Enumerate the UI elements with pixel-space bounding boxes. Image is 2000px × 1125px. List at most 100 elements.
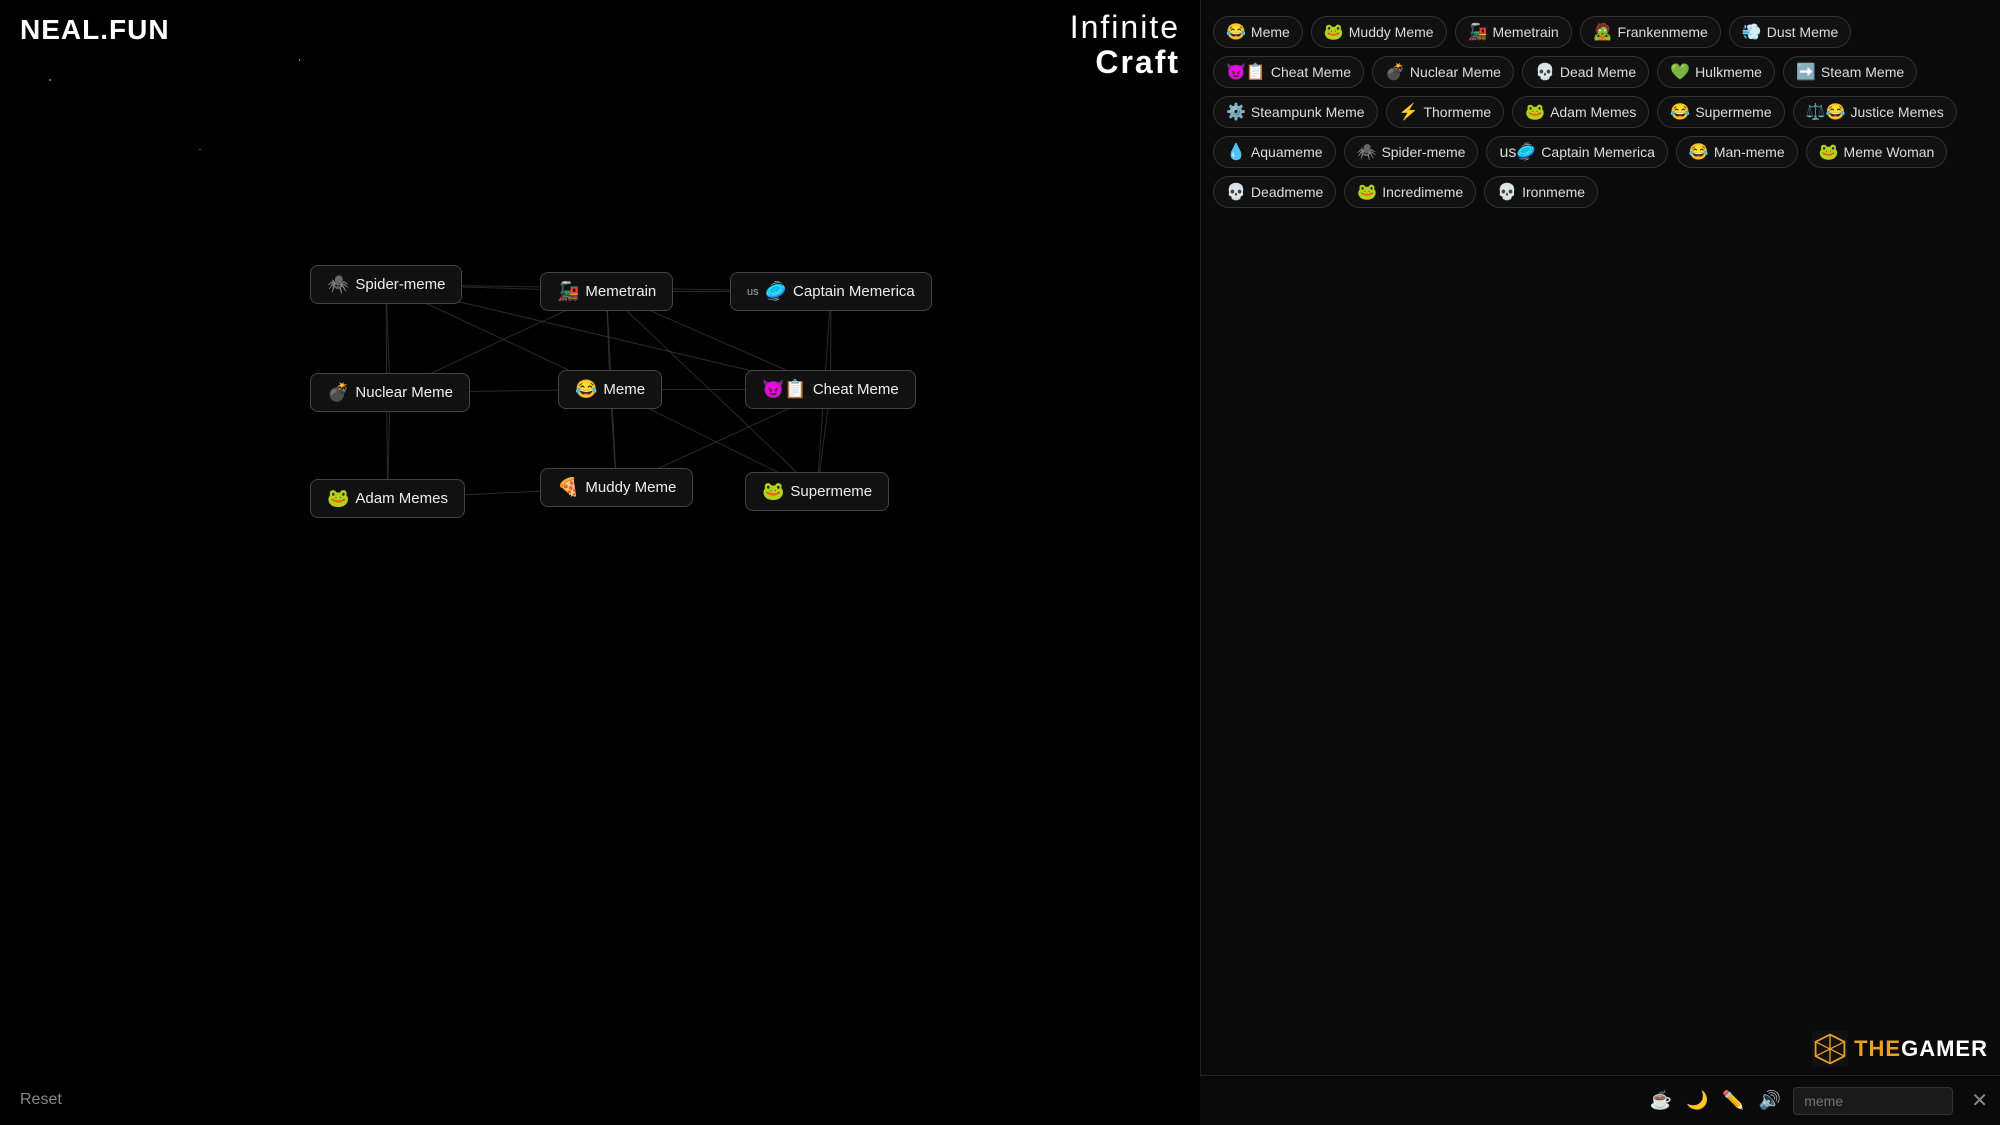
- item-icon: 🐸: [1357, 182, 1377, 202]
- node-meme[interactable]: 😂 Meme: [558, 370, 662, 409]
- reset-button[interactable]: Reset: [20, 1091, 62, 1109]
- coffee-icon[interactable]: ☕: [1650, 1090, 1672, 1111]
- sidebar-item[interactable]: 🚂 Memetrain: [1455, 16, 1572, 48]
- bottom-icons: ☕ 🌙 ✏️ 🔊: [1650, 1090, 1782, 1111]
- node-label-muddy: Muddy Meme: [585, 479, 676, 496]
- sidebar-item[interactable]: 💀 Ironmeme: [1484, 176, 1598, 208]
- item-icon: 🚂: [1468, 22, 1488, 42]
- sidebar-item[interactable]: 💀 Dead Meme: [1522, 56, 1649, 88]
- sidebar-item[interactable]: 🐸 Adam Memes: [1512, 96, 1649, 128]
- item-label: Hulkmeme: [1695, 64, 1762, 80]
- item-icon: 😈📋: [1226, 62, 1266, 82]
- items-grid: 😂 Meme🐸 Muddy Meme🚂 Memetrain🧟 Frankenme…: [1213, 12, 1988, 208]
- item-label: Frankenmeme: [1618, 24, 1708, 40]
- sidebar-item[interactable]: 💀 Deadmeme: [1213, 176, 1336, 208]
- sidebar-item[interactable]: 🐸 Meme Woman: [1806, 136, 1948, 168]
- sidebar-item[interactable]: 🐸 Incredimeme: [1344, 176, 1476, 208]
- pen-icon[interactable]: ✏️: [1722, 1090, 1744, 1111]
- moon-icon[interactable]: 🌙: [1686, 1090, 1708, 1111]
- connections-svg: [0, 0, 1200, 1125]
- item-label: Nuclear Meme: [1410, 64, 1501, 80]
- sidebar-item[interactable]: ➡️ Steam Meme: [1783, 56, 1917, 88]
- node-supermeme[interactable]: 🐸 Supermeme: [745, 472, 889, 511]
- item-icon: 💀: [1226, 182, 1246, 202]
- sidebar-item[interactable]: 😂 Supermeme: [1657, 96, 1784, 128]
- node-label-captain: Captain Memerica: [793, 283, 915, 300]
- sidebar-item[interactable]: 😂 Man-meme: [1676, 136, 1798, 168]
- item-icon: 😂: [1226, 22, 1246, 42]
- node-icon-spider-meme: 🕷️: [327, 274, 349, 295]
- us-prefix: us: [747, 286, 759, 298]
- item-icon: 💚: [1670, 62, 1690, 82]
- item-label: Adam Memes: [1550, 104, 1636, 120]
- sidebar-item[interactable]: ⚙️ Steampunk Meme: [1213, 96, 1378, 128]
- item-label: Supermeme: [1695, 104, 1771, 120]
- app-title-line1: Infinite: [1070, 10, 1180, 45]
- right-panel: 😂 Meme🐸 Muddy Meme🚂 Memetrain🧟 Frankenme…: [1200, 0, 2000, 1125]
- sidebar-item[interactable]: 🕷️ Spider-meme: [1344, 136, 1479, 168]
- item-label: Dust Meme: [1767, 24, 1839, 40]
- search-input[interactable]: [1793, 1087, 1953, 1115]
- thegamer-emblem-icon: [1812, 1031, 1848, 1067]
- sidebar-item[interactable]: 😂 Meme: [1213, 16, 1303, 48]
- node-spider-meme[interactable]: 🕷️ Spider-meme: [310, 265, 462, 304]
- item-label: Incredimeme: [1382, 184, 1463, 200]
- volume-icon[interactable]: 🔊: [1759, 1090, 1781, 1111]
- item-icon: ⚖️😂: [1806, 102, 1846, 122]
- node-nuclear[interactable]: 💣 Nuclear Meme: [310, 373, 470, 412]
- item-label: Deadmeme: [1251, 184, 1323, 200]
- node-icon-memetrain: 🚂: [557, 281, 579, 302]
- item-icon: 💣: [1385, 62, 1405, 82]
- item-icon: 💀: [1535, 62, 1555, 82]
- item-icon: 🐸: [1525, 102, 1545, 122]
- sidebar-item[interactable]: 🧟 Frankenmeme: [1580, 16, 1721, 48]
- item-label: Meme: [1251, 24, 1290, 40]
- item-icon: 😂: [1670, 102, 1690, 122]
- sidebar-item[interactable]: 🐸 Muddy Meme: [1311, 16, 1447, 48]
- item-label: Justice Memes: [1850, 104, 1943, 120]
- item-label: Steampunk Meme: [1251, 104, 1365, 120]
- item-icon: ⚙️: [1226, 102, 1246, 122]
- item-icon: ⚡: [1399, 102, 1419, 122]
- item-icon: 🧟: [1593, 22, 1613, 42]
- node-cheat[interactable]: 😈📋 Cheat Meme: [745, 370, 916, 409]
- sidebar-item[interactable]: 😈📋 Cheat Meme: [1213, 56, 1364, 88]
- item-label: Cheat Meme: [1271, 64, 1351, 80]
- node-icon-nuclear: 💣: [327, 382, 349, 403]
- item-icon: 🕷️: [1357, 142, 1377, 162]
- app-title: Infinite Craft: [1070, 10, 1180, 80]
- close-button[interactable]: ✕: [1971, 1088, 1988, 1113]
- item-icon: 🐸: [1819, 142, 1839, 162]
- item-icon: us🥏: [1499, 142, 1536, 162]
- node-icon-captain: 🥏: [765, 281, 787, 302]
- item-label: Muddy Meme: [1349, 24, 1434, 40]
- sidebar-item[interactable]: ⚡ Thormeme: [1386, 96, 1505, 128]
- item-label: Memetrain: [1492, 24, 1558, 40]
- item-icon: 💀: [1497, 182, 1517, 202]
- node-icon-muddy: 🍕: [557, 477, 579, 498]
- node-muddy[interactable]: 🍕 Muddy Meme: [540, 468, 693, 507]
- sidebar-item[interactable]: ⚖️😂 Justice Memes: [1793, 96, 1957, 128]
- node-icon-cheat: 😈📋: [762, 379, 807, 400]
- sidebar-item[interactable]: us🥏 Captain Memerica: [1486, 136, 1667, 168]
- item-label: Meme Woman: [1844, 144, 1935, 160]
- node-label-memetrain: Memetrain: [585, 283, 656, 300]
- sidebar-item[interactable]: 💣 Nuclear Meme: [1372, 56, 1514, 88]
- thegamer-logo: THEGAMER: [1812, 1031, 1988, 1067]
- item-icon: ➡️: [1796, 62, 1816, 82]
- sidebar-item[interactable]: 💨 Dust Meme: [1729, 16, 1852, 48]
- node-memetrain[interactable]: 🚂 Memetrain: [540, 272, 673, 311]
- item-label: Aquameme: [1251, 144, 1323, 160]
- node-label-adam: Adam Memes: [355, 490, 448, 507]
- item-label: Captain Memerica: [1541, 144, 1655, 160]
- node-label-cheat: Cheat Meme: [813, 381, 899, 398]
- node-adam[interactable]: 🐸 Adam Memes: [310, 479, 465, 518]
- app-title-line2: Craft: [1070, 45, 1180, 80]
- node-captain[interactable]: us 🥏 Captain Memerica: [730, 272, 932, 311]
- sidebar-item[interactable]: 💚 Hulkmeme: [1657, 56, 1775, 88]
- node-icon-meme: 😂: [575, 379, 597, 400]
- sidebar-item[interactable]: 💧 Aquameme: [1213, 136, 1336, 168]
- canvas-area[interactable]: 🕷️ Spider-meme 🚂 Memetrain us 🥏 Captain M…: [0, 0, 1200, 1125]
- item-label: Man-meme: [1714, 144, 1785, 160]
- item-label: Dead Meme: [1560, 64, 1636, 80]
